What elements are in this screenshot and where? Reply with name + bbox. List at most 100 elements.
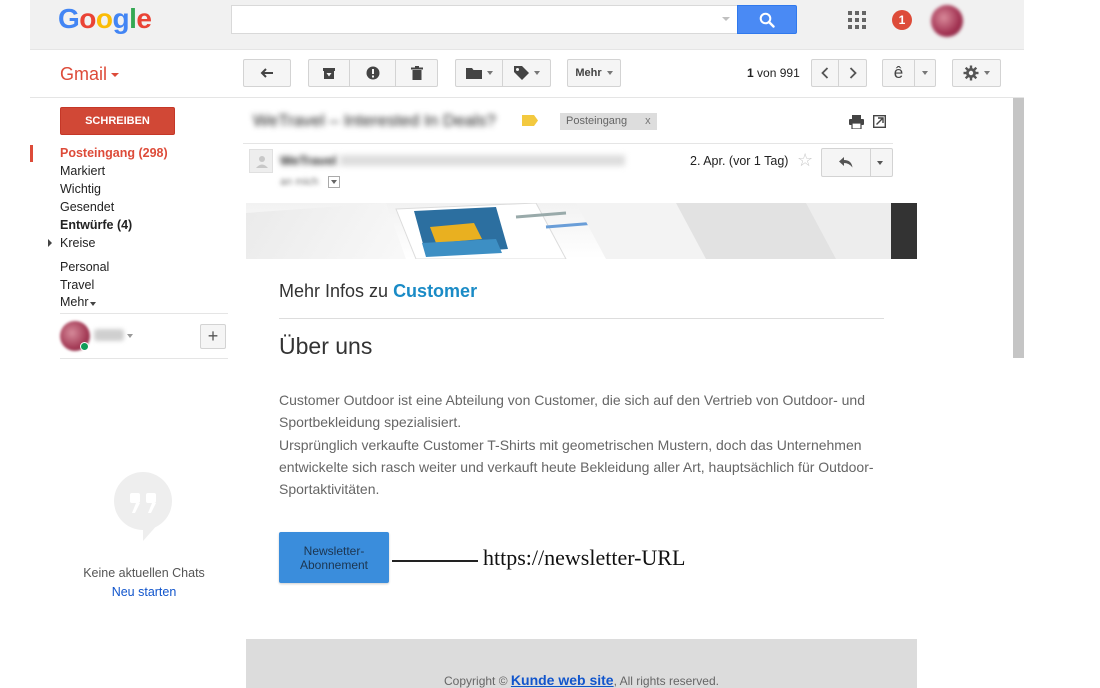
online-status-icon xyxy=(80,342,89,351)
newsletter-url-annotation: https://newsletter-URL xyxy=(483,545,686,570)
input-tools-dropdown[interactable] xyxy=(915,59,936,87)
chevron-down-icon xyxy=(111,73,120,78)
chevron-down-icon[interactable] xyxy=(127,334,133,338)
gmail-menu[interactable]: Gmail xyxy=(60,64,120,85)
sidebar-divider xyxy=(60,313,228,314)
chevron-down-icon xyxy=(984,71,990,75)
footer-prefix: Copyright © xyxy=(444,674,508,688)
quote-bubble-icon xyxy=(114,472,172,541)
sidebar-item-drafts[interactable]: Entwürfe (4) xyxy=(60,218,132,232)
sidebar-item-travel[interactable]: Travel xyxy=(60,278,94,292)
no-recent-chats-text: Keine aktuellen Chats xyxy=(83,566,205,580)
more-info-prefix: Mehr Infos zu xyxy=(279,281,389,301)
expand-arrow-icon[interactable] xyxy=(48,239,52,247)
sidebar-item-starred[interactable]: Markiert xyxy=(60,164,105,178)
banner-dark-edge xyxy=(891,203,917,259)
labels-button[interactable] xyxy=(503,59,551,87)
brand-name: Customer xyxy=(393,281,478,301)
sidebar-item-personal[interactable]: Personal xyxy=(60,260,109,274)
previous-message-button[interactable] xyxy=(811,59,839,87)
chevron-down-icon xyxy=(533,71,540,75)
sidebar-item-important[interactable]: Wichtig xyxy=(60,182,101,196)
reply-button[interactable] xyxy=(821,148,871,177)
report-spam-icon xyxy=(366,66,379,80)
active-item-indicator xyxy=(30,145,33,162)
apps-grid-icon[interactable] xyxy=(848,11,866,29)
label-chip-text: Posteingang xyxy=(566,115,628,127)
pager-total: 991 xyxy=(779,66,800,80)
print-icon[interactable] xyxy=(849,115,864,129)
top-bar: Google 1 xyxy=(30,0,1024,50)
chevron-down-icon xyxy=(90,302,97,306)
footer-website-link[interactable]: Kunde web site xyxy=(511,672,614,688)
sidebar-item-circles[interactable]: Kreise xyxy=(60,236,95,250)
recipient-text: an mich xyxy=(280,176,319,188)
remove-label-button[interactable]: x xyxy=(645,115,651,127)
newsletter-subscribe-button[interactable]: Newsletter-Abonnement xyxy=(279,532,389,583)
folder-icon xyxy=(465,68,482,79)
chevron-down-icon xyxy=(877,161,883,165)
more-reply-options-button[interactable] xyxy=(870,148,893,177)
more-actions-button[interactable]: Mehr xyxy=(567,59,621,87)
input-tools-button[interactable]: ê xyxy=(882,59,915,87)
delete-button[interactable] xyxy=(396,59,438,87)
scrollbar-thumb[interactable] xyxy=(1013,98,1024,358)
sidebar-item-sent[interactable]: Gesendet xyxy=(60,200,114,214)
about-text: Customer Outdoor ist eine Abteilung von … xyxy=(279,389,884,500)
person-icon xyxy=(256,156,268,168)
sender-email-redacted xyxy=(340,155,625,166)
message-header-divider xyxy=(243,143,893,144)
sender-avatar[interactable] xyxy=(249,149,273,173)
pager-of: von xyxy=(757,66,777,80)
search-input[interactable] xyxy=(232,6,738,33)
logo-letter: G xyxy=(58,3,80,34)
logo-letter: o xyxy=(95,3,113,34)
sidebar-item-more-label: Mehr xyxy=(60,295,89,309)
search-button[interactable] xyxy=(737,5,797,34)
notifications-badge[interactable]: 1 xyxy=(892,10,912,30)
footer-suffix: , All rights reserved. xyxy=(613,674,719,688)
hangouts-user-name[interactable] xyxy=(94,329,124,341)
newsletter-button-label: Newsletter-Abonnement xyxy=(299,543,369,572)
trash-icon xyxy=(410,66,423,80)
logo-letter: o xyxy=(79,3,96,34)
new-hangout-button[interactable]: + xyxy=(200,324,226,349)
chevron-left-icon xyxy=(821,67,829,79)
archive-button[interactable] xyxy=(308,59,350,87)
about-paragraph: Ursprünglich verkaufte Customer T-Shirts… xyxy=(279,436,874,498)
annotation-pointer-line xyxy=(392,560,478,562)
start-new-chat-link[interactable]: Neu starten xyxy=(60,585,228,599)
importance-marker-icon[interactable] xyxy=(522,115,538,126)
open-in-new-window-icon[interactable] xyxy=(873,115,886,128)
show-details-dropdown[interactable] xyxy=(328,176,340,188)
sidebar-item-inbox[interactable]: Posteingang (298) xyxy=(60,146,168,160)
label-tag-icon xyxy=(513,66,529,80)
sidebar-item-more[interactable]: Mehr xyxy=(60,295,97,309)
logo-letter: e xyxy=(136,3,152,34)
settings-button[interactable] xyxy=(952,59,1001,87)
pager-current: 1 xyxy=(747,66,754,80)
back-to-inbox-button[interactable] xyxy=(243,59,291,87)
footer-copyright: Copyright © Kunde web site, All rights r… xyxy=(246,672,917,688)
search-options-dropdown[interactable] xyxy=(722,17,730,21)
report-spam-button[interactable] xyxy=(350,59,396,87)
input-tools-label: ê xyxy=(893,63,904,82)
message-date: 2. Apr. (vor 1 Tag) xyxy=(690,154,789,168)
chevron-down-icon xyxy=(486,71,493,75)
star-icon[interactable]: ☆ xyxy=(797,150,813,171)
move-to-button[interactable] xyxy=(455,59,503,87)
email-footer: Copyright © Kunde web site, All rights r… xyxy=(246,639,917,688)
sender-name[interactable]: WeTravel xyxy=(280,153,337,168)
email-banner-image xyxy=(246,203,917,259)
compose-button[interactable]: SCHREIBEN xyxy=(60,107,175,135)
google-logo[interactable]: Google xyxy=(58,3,152,35)
reply-icon xyxy=(839,157,853,168)
label-chip-inbox: Posteingang x xyxy=(560,113,657,130)
more-actions-label: Mehr xyxy=(575,67,602,79)
next-message-button[interactable] xyxy=(839,59,867,87)
account-avatar[interactable] xyxy=(931,5,963,37)
sidebar-divider xyxy=(60,358,228,359)
chevron-down-icon xyxy=(606,71,613,75)
pager: 1 von 991 xyxy=(747,66,800,80)
gear-icon xyxy=(963,65,979,81)
